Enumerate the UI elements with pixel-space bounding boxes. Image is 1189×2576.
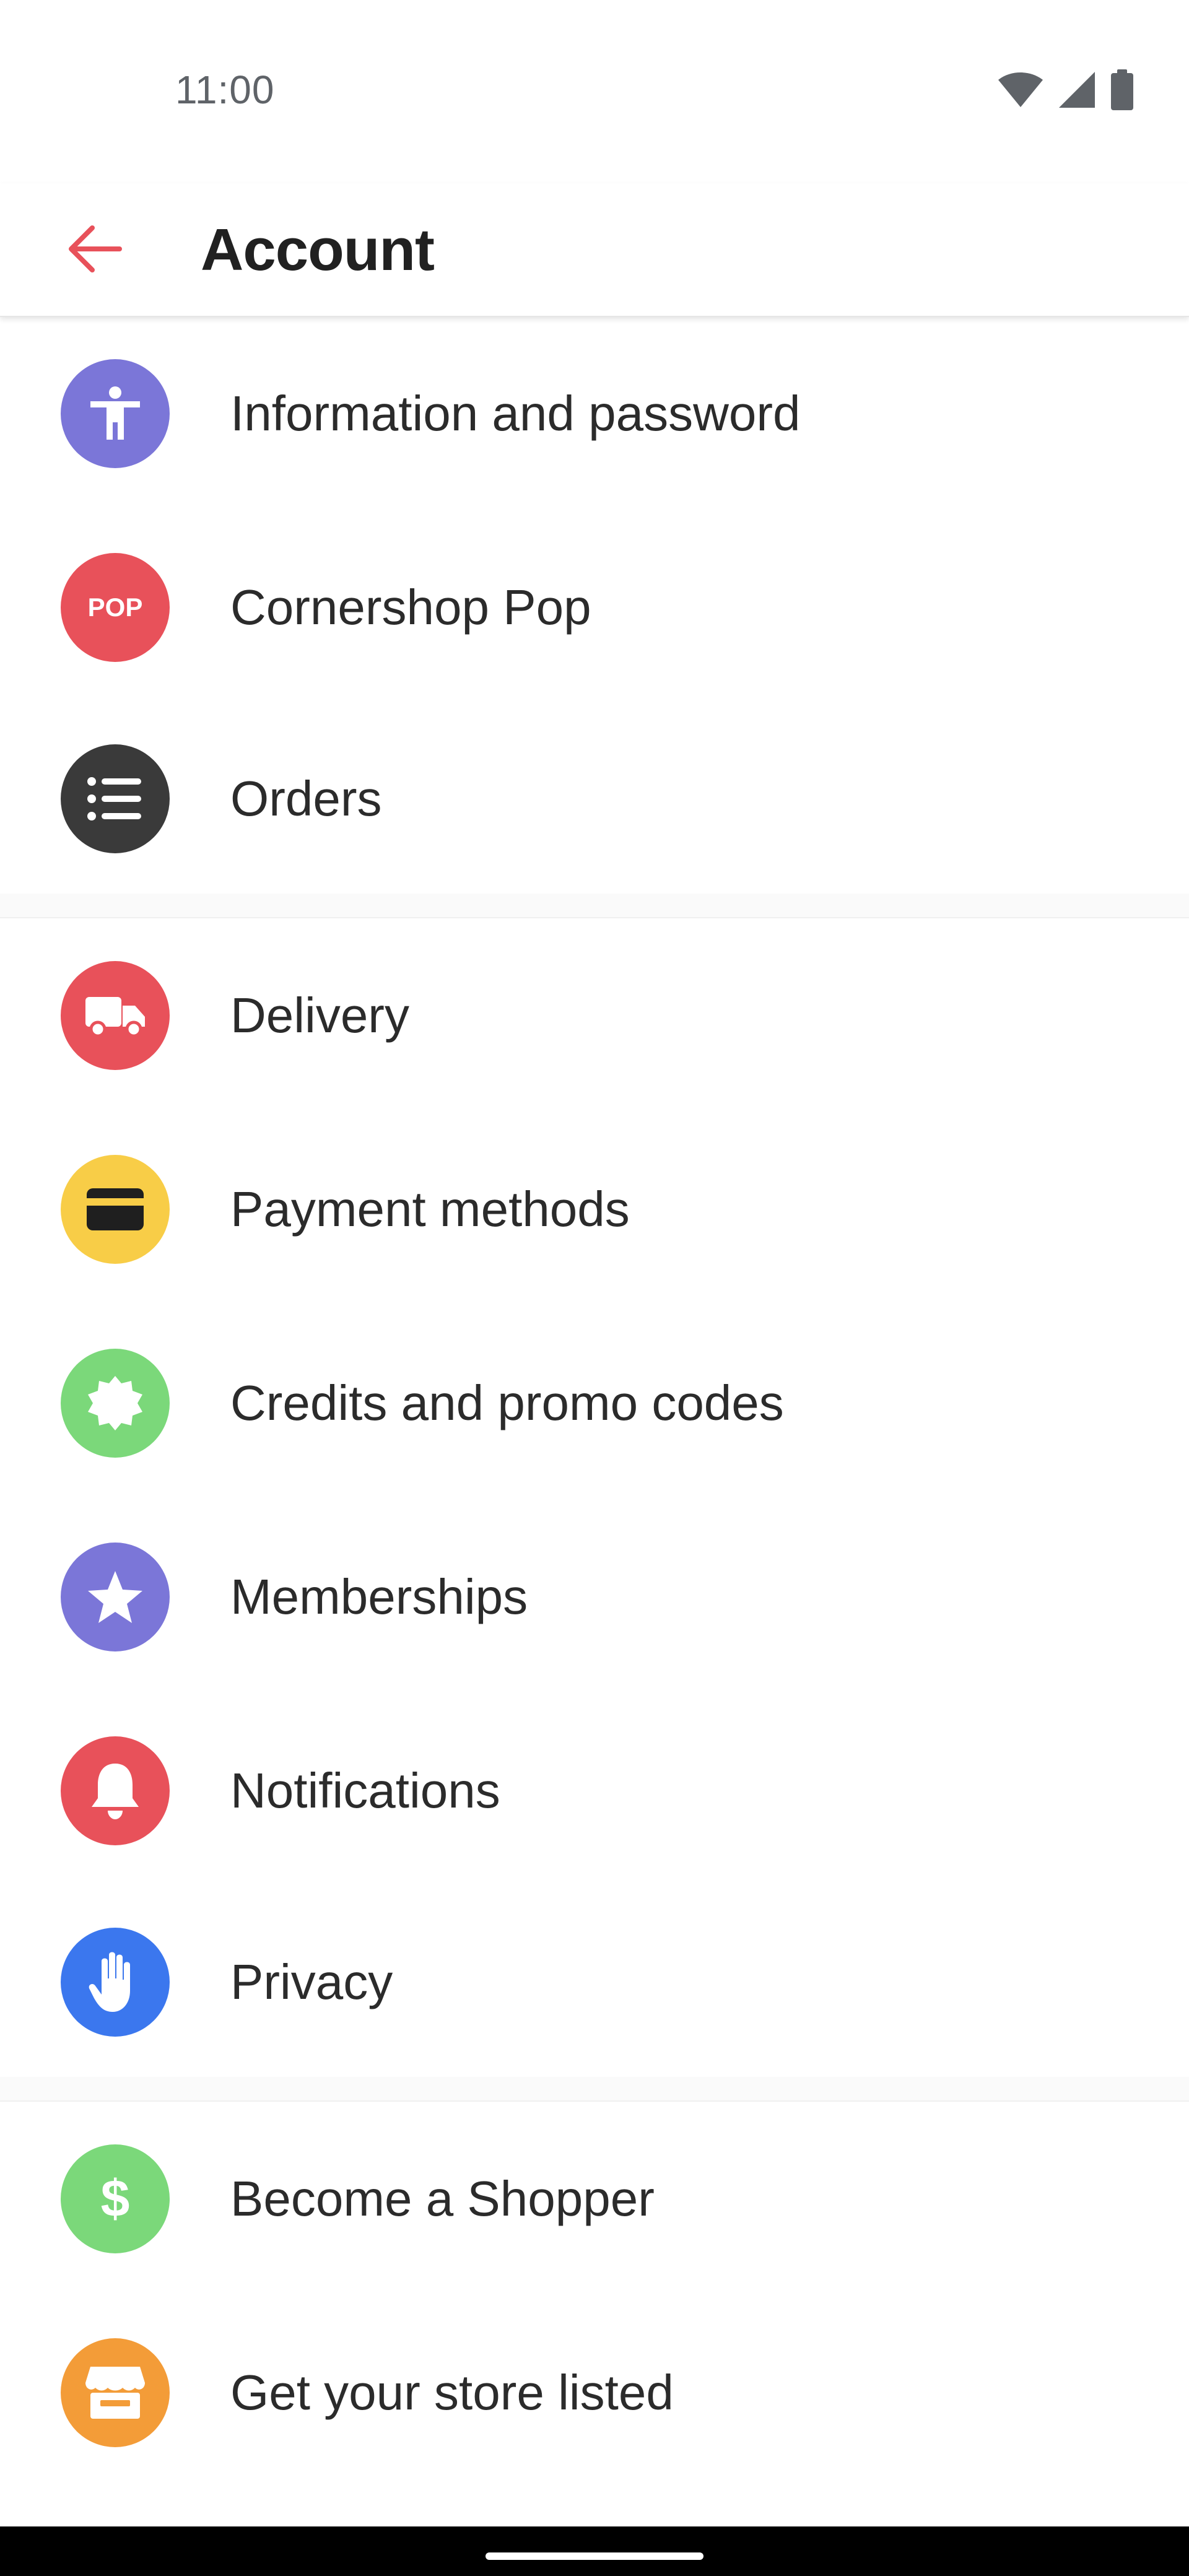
wifi-icon	[997, 71, 1044, 108]
battery-icon	[1110, 69, 1135, 110]
page-title: Account	[201, 217, 435, 283]
status-time: 11:00	[175, 67, 275, 112]
menu-item-label: Memberships	[230, 1569, 528, 1624]
accessibility-person-icon	[61, 359, 170, 468]
menu-item-label: Credits and promo codes	[230, 1375, 784, 1430]
menu-item-label: Orders	[230, 771, 382, 826]
menu-item-notifications[interactable]: Notifications	[0, 1694, 1189, 1887]
app-bar: Account	[0, 183, 1189, 317]
home-indicator[interactable]	[486, 2552, 703, 2560]
storefront-icon	[61, 2338, 170, 2447]
menu-item-cornershop-pop[interactable]: POP Cornershop Pop	[0, 510, 1189, 704]
menu-item-privacy[interactable]: Privacy	[0, 1887, 1189, 2077]
back-button[interactable]	[54, 213, 135, 287]
account-menu-list: Information and password POP Cornershop …	[0, 317, 1189, 2526]
menu-item-credits-and-promo-codes[interactable]: Credits and promo codes	[0, 1306, 1189, 1500]
truck-icon	[61, 960, 170, 1070]
credit-card-icon	[61, 1154, 170, 1264]
badge-icon	[61, 1348, 170, 1458]
dollar-sign-icon: $	[61, 2144, 170, 2253]
system-navigation-bar	[0, 2526, 1189, 2576]
menu-item-information-and-password[interactable]: Information and password	[0, 317, 1189, 510]
arrow-back-icon	[68, 224, 122, 277]
bell-icon	[61, 1736, 170, 1845]
menu-item-label: Cornershop Pop	[230, 579, 591, 635]
section-divider	[0, 2077, 1189, 2102]
pop-logo-text: POP	[88, 593, 143, 622]
status-bar: 11:00	[0, 0, 1189, 183]
menu-item-get-your-store-listed[interactable]: Get your store listed	[0, 2295, 1189, 2489]
section-partners: $ Become a Shopper Get your store listed	[0, 2102, 1189, 2489]
menu-item-label: Information and password	[230, 386, 801, 441]
menu-item-label: Delivery	[230, 987, 409, 1043]
section-account: Information and password POP Cornershop …	[0, 317, 1189, 894]
menu-item-memberships[interactable]: Memberships	[0, 1500, 1189, 1694]
list-icon	[61, 744, 170, 853]
hand-stop-icon	[61, 1928, 170, 2037]
menu-item-label: Payment methods	[230, 1181, 630, 1237]
menu-item-orders[interactable]: Orders	[0, 704, 1189, 894]
menu-item-label: Become a Shopper	[230, 2170, 655, 2226]
menu-item-label: Notifications	[230, 1762, 500, 1818]
pop-logo-icon: POP	[61, 552, 170, 662]
menu-item-label: Get your store listed	[230, 2364, 674, 2420]
account-screen: 11:00 Account Information and password P…	[0, 0, 1189, 2576]
cellular-signal-icon	[1058, 71, 1096, 109]
menu-item-become-a-shopper[interactable]: $ Become a Shopper	[0, 2102, 1189, 2295]
menu-item-delivery[interactable]: Delivery	[0, 918, 1189, 1112]
section-divider	[0, 894, 1189, 918]
menu-item-label: Privacy	[230, 1954, 393, 2009]
menu-item-payment-methods[interactable]: Payment methods	[0, 1112, 1189, 1306]
section-settings: Delivery Payment methods Credits and pro…	[0, 918, 1189, 2077]
status-icons	[997, 69, 1135, 110]
star-icon	[61, 1542, 170, 1651]
dollar-sign-text: $	[101, 2169, 130, 2227]
